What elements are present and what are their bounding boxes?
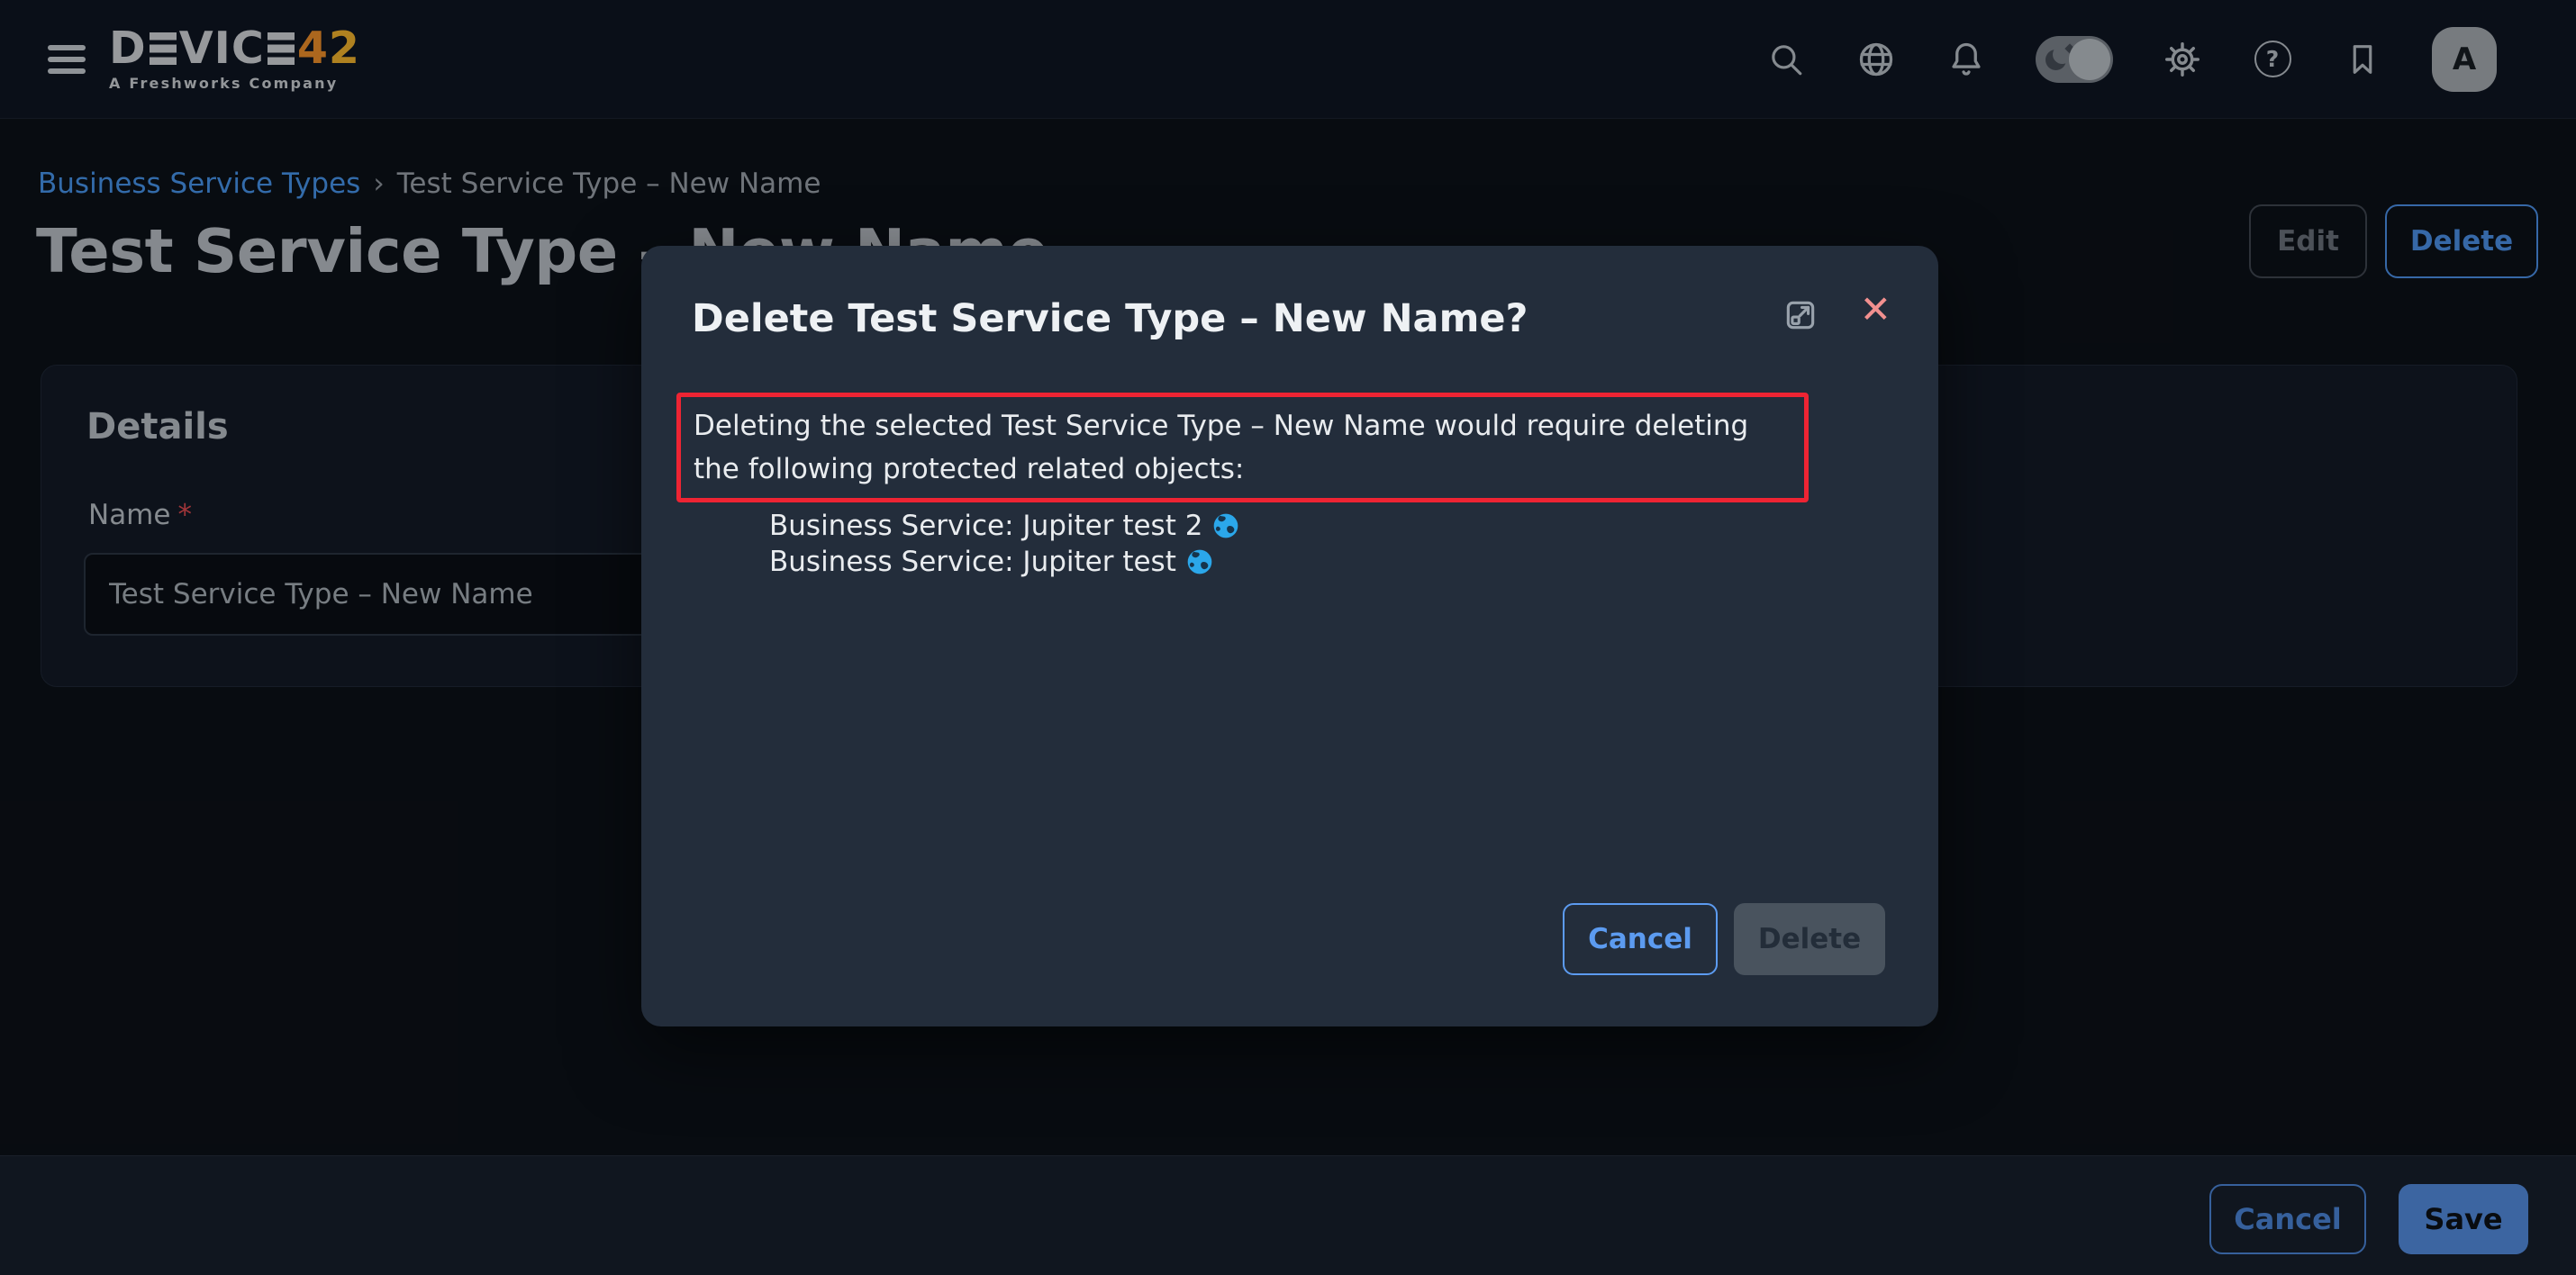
delete-warning-message: Deleting the selected Test Service Type …: [676, 393, 1809, 502]
related-object-label: Business Service: Jupiter test 2: [769, 509, 1202, 543]
close-icon[interactable]: ✕: [1860, 291, 1891, 329]
related-object-label: Business Service: Jupiter test: [769, 545, 1176, 579]
delete-confirmation-modal: Delete Test Service Type – New Name? ✕ D…: [641, 246, 1938, 1026]
protected-related-objects-list: Business Service: Jupiter test 2 Busines…: [769, 509, 1240, 579]
modal-delete-button[interactable]: Delete: [1734, 903, 1885, 975]
related-object-row: Business Service: Jupiter test 2: [769, 509, 1240, 543]
view-object-globe-icon[interactable]: [1211, 511, 1240, 540]
expand-popout-icon[interactable]: [1782, 296, 1819, 334]
modal-cancel-button[interactable]: Cancel: [1563, 903, 1718, 975]
related-object-row: Business Service: Jupiter test: [769, 545, 1240, 579]
modal-actions: Cancel Delete: [1563, 903, 1885, 975]
modal-title: Delete Test Service Type – New Name?: [692, 296, 1528, 341]
view-object-globe-icon[interactable]: [1185, 547, 1214, 576]
